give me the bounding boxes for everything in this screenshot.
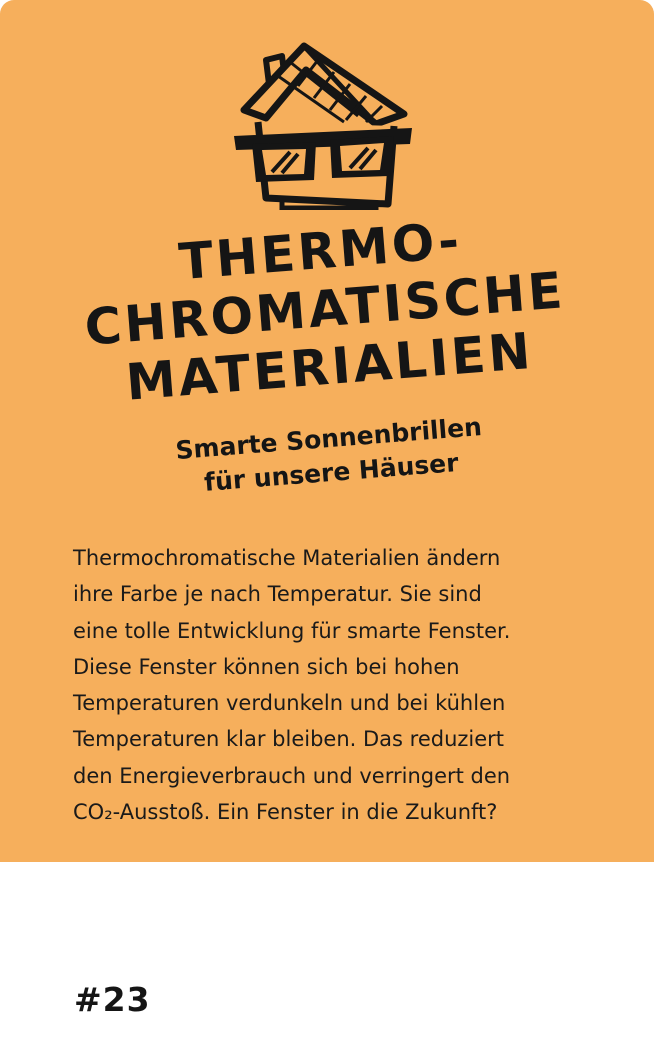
description-line: Thermochromatische Materialien ändern bbox=[73, 546, 501, 570]
description-line: Diese Fenster können sich bei hohen bbox=[73, 654, 460, 679]
card-subtitle: Smarte Sonnenbrillen für unsere Häuser bbox=[128, 406, 532, 505]
info-card: THERMO- CHROMATISCHE MATERIALIEN Smarte … bbox=[0, 0, 654, 1058]
card-title: THERMO- CHROMATISCHE MATERIALIEN bbox=[54, 201, 596, 416]
description-line: CO₂-Ausstoß. Ein Fenster in die Zukunft? bbox=[73, 800, 498, 825]
description-line: Temperaturen klar bleiben. Das reduziert bbox=[73, 727, 505, 752]
description-line: den Energieverbrauch und verringert den bbox=[73, 763, 511, 788]
house-with-sunglasses-icon bbox=[234, 42, 412, 210]
card-panel: THERMO- CHROMATISCHE MATERIALIEN Smarte … bbox=[0, 0, 654, 862]
description-line: ihre Farbe je nach Temperatur. Sie sind bbox=[73, 582, 482, 607]
card-number: #23 bbox=[74, 980, 151, 1019]
description-line: Temperaturen verdunkeln und bei kühlen bbox=[73, 691, 506, 716]
card-description: Thermochromatische Materialien ändern ih… bbox=[73, 540, 613, 830]
description-line: eine tolle Entwicklung für smarte Fenste… bbox=[73, 618, 511, 643]
